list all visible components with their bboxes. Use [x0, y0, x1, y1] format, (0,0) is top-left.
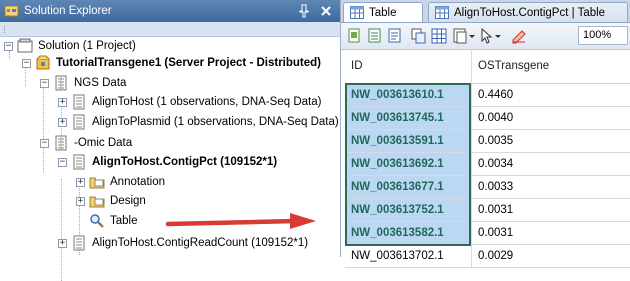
tree-item-label: -Omic Data [74, 137, 133, 149]
cell-ostransgene[interactable]: 0.0040 [471, 107, 630, 130]
pointer-dropdown-icon[interactable] [479, 28, 501, 44]
tab-label: AlignToHost.ContigPct | Table [454, 6, 606, 19]
dataset-icon [73, 94, 85, 110]
tree-item-label: Solution (1 Project) [38, 40, 136, 52]
solution-explorer-toolbar [0, 22, 340, 37]
collapse-icon[interactable]: − [58, 157, 67, 167]
tree-item-label: TutorialTransgene1 (Server Project - Dis… [56, 57, 321, 69]
dataset-icon [73, 114, 85, 130]
table-toolbar: 100% [341, 23, 630, 50]
expand-icon[interactable]: + [76, 196, 85, 206]
tree-item-label: NGS Data [74, 77, 127, 89]
tree-item-label: Design [110, 195, 146, 207]
tree-item-label: AlignToPlasmid (1 observations, DNA-Seq … [92, 116, 339, 128]
tree-item-aligntohost[interactable]: + AlignToHost (1 observations, DNA-Seq D… [58, 93, 321, 111]
cell-ostransgene[interactable]: 0.0031 [471, 222, 630, 245]
cell-id[interactable]: NW_003613692.1 [345, 153, 471, 176]
layout-dropdown-icon[interactable] [453, 28, 475, 44]
folder-icon [89, 196, 105, 208]
cell-ostransgene[interactable]: 0.0035 [471, 130, 630, 153]
tree-item-label: Annotation [110, 176, 165, 188]
collapse-icon[interactable]: − [40, 78, 49, 88]
document-tabs: Table AlignToHost.ContigPct | Table [341, 0, 630, 23]
column-header-id[interactable]: ID [345, 49, 471, 84]
cell-ostransgene[interactable]: 0.0033 [471, 176, 630, 199]
tree-item-label: AlignToHost.ContigPct (109152*1) [92, 156, 278, 168]
expand-icon[interactable]: + [58, 97, 67, 107]
document-icon[interactable] [387, 28, 403, 44]
collapse-icon[interactable]: − [22, 58, 31, 68]
expand-icon[interactable]: + [58, 117, 67, 127]
cell-id[interactable]: NW_003613677.1 [345, 176, 471, 199]
project-icon [36, 55, 50, 70]
cell-id[interactable]: NW_003613610.1 [345, 84, 471, 107]
tab-table[interactable]: Table [343, 2, 423, 22]
spreadsheet-icon[interactable] [367, 28, 383, 44]
solution-explorer-title: Solution Explorer [24, 5, 112, 17]
tree-item-design[interactable]: + Design [76, 192, 146, 210]
collapse-icon[interactable]: − [4, 41, 13, 51]
solution-icon [17, 38, 33, 53]
solution-explorer-panel: Solution Explorer − Solution (1 Project)… [0, 0, 341, 281]
tree-item-label: Table [110, 215, 138, 227]
tree-item-omic-data[interactable]: − -Omic Data [40, 134, 132, 152]
tab-contigpct-table[interactable]: AlignToHost.ContigPct | Table [428, 2, 628, 22]
table-icon [435, 6, 449, 19]
close-icon[interactable] [318, 3, 334, 19]
folder-icon [89, 177, 105, 189]
table-icon [350, 6, 364, 19]
dataset-icon [73, 154, 85, 170]
cell-id[interactable]: NW_003613582.1 [345, 222, 471, 245]
tree-item-annotation[interactable]: + Annotation [76, 173, 165, 191]
solution-explorer-titlebar: Solution Explorer [0, 0, 340, 22]
cell-id[interactable]: NW_003613752.1 [345, 199, 471, 222]
tree-item-solution[interactable]: − Solution (1 Project) [4, 37, 136, 55]
cell-ostransgene[interactable]: 0.0031 [471, 199, 630, 222]
expand-icon[interactable]: + [58, 238, 67, 248]
column-header-ostransgene[interactable]: OSTransgene [471, 49, 630, 84]
data-folder-icon [55, 135, 67, 151]
tree-item-project[interactable]: − TutorialTransgene1 (Server Project - D… [22, 54, 321, 72]
export-icon[interactable] [347, 28, 363, 44]
tree-item-contigpct[interactable]: − AlignToHost.ContigPct (109152*1) [58, 153, 277, 171]
solution-explorer-icon [4, 5, 19, 17]
tree-item-label: AlignToHost (1 observations, DNA-Seq Dat… [92, 96, 322, 108]
data-folder-icon [55, 75, 67, 91]
cell-id[interactable]: NW_003613745.1 [345, 107, 471, 130]
cell-ostransgene[interactable]: 0.0034 [471, 153, 630, 176]
magnifier-icon [90, 214, 104, 228]
grid-view-icon[interactable] [431, 28, 447, 44]
tree-item-contigreadcount[interactable]: + AlignToHost.ContigReadCount (109152*1) [58, 234, 308, 252]
zoom-field[interactable]: 100% [578, 26, 628, 45]
tab-label: Table [369, 6, 397, 19]
cell-ostransgene[interactable]: 0.4460 [471, 84, 630, 107]
tree-item-label: AlignToHost.ContigReadCount (109152*1) [92, 237, 309, 249]
cell-id[interactable]: NW_003613591.1 [345, 130, 471, 153]
filter-icon[interactable] [511, 28, 527, 44]
dataset-icon [73, 235, 85, 251]
tree-item-table[interactable]: Table [89, 212, 138, 230]
tree-item-aligntoplasmid[interactable]: + AlignToPlasmid (1 observations, DNA-Se… [58, 113, 339, 131]
pin-icon[interactable] [296, 3, 312, 19]
toolbar-grip[interactable] [4, 26, 8, 33]
collapse-icon[interactable]: − [40, 138, 49, 148]
table-view-panel: Table AlignToHost.ContigPct | Table 100%… [341, 0, 630, 268]
copy-icon[interactable] [411, 28, 427, 44]
tree-item-ngs-data[interactable]: − NGS Data [40, 74, 126, 92]
expand-icon[interactable]: + [76, 177, 85, 187]
